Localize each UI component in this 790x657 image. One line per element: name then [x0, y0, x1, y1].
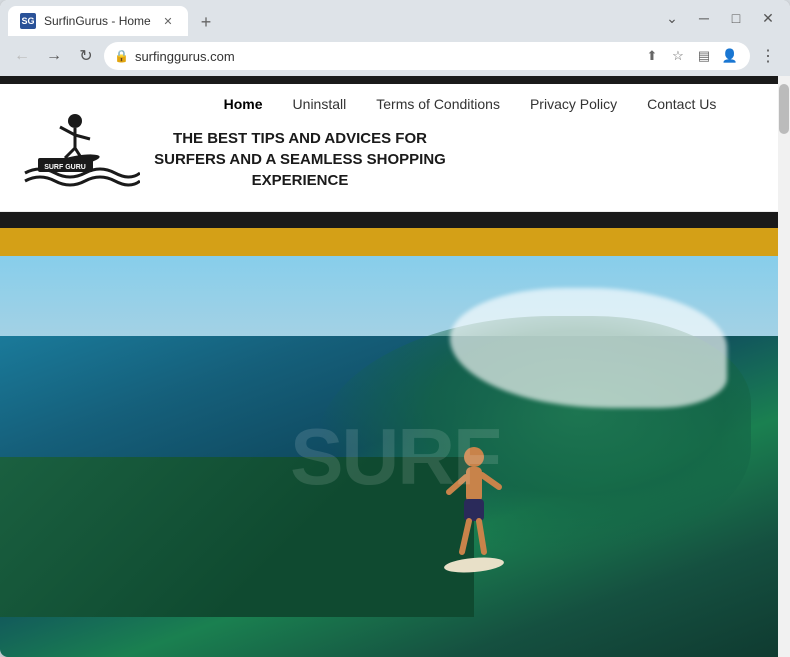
top-accent-bar	[0, 76, 790, 84]
webpage: SURF GURU Home Uninstall Terms of Condit…	[0, 76, 790, 657]
watermark: SURF	[290, 411, 500, 503]
close-button[interactable]: ✕	[754, 4, 782, 32]
url-bar[interactable]: 🔒 surfinggurus.com ⬆ ☆ ▤ 👤	[104, 42, 750, 70]
new-tab-button[interactable]: +	[192, 8, 220, 36]
address-bar: ← → ↻ 🔒 surfinggurus.com ⬆ ☆ ▤ 👤 ⋮	[0, 36, 790, 76]
scrollbar-thumb[interactable]	[779, 84, 789, 134]
nav-privacy[interactable]: Privacy Policy	[530, 96, 617, 112]
active-tab[interactable]: SG SurfinGurus - Home ✕	[8, 6, 188, 36]
tagline-text: THE BEST TIPS AND ADVICES FOR SURFERS AN…	[154, 130, 446, 189]
tab-favicon: SG	[20, 13, 36, 29]
lock-icon: 🔒	[114, 49, 129, 63]
navigation: SURF GURU Home Uninstall Terms of Condit…	[0, 84, 790, 212]
browser-menu-button[interactable]: ⋮	[754, 42, 782, 70]
svg-text:SURF GURU: SURF GURU	[44, 164, 86, 171]
tagline-area: THE BEST TIPS AND ADVICES FOR SURFERS AN…	[150, 112, 770, 199]
nav-home[interactable]: Home	[224, 96, 263, 112]
tab-close-button[interactable]: ✕	[160, 13, 176, 29]
window-expand-button[interactable]: ⌄	[658, 4, 686, 32]
share-icon[interactable]: ⬆	[642, 46, 662, 66]
scrollbar-track[interactable]	[778, 76, 790, 657]
hero-section: SURF	[0, 256, 790, 657]
tab-title: SurfinGurus - Home	[44, 14, 152, 28]
back-button[interactable]: ←	[8, 42, 36, 70]
profile-icon[interactable]: 👤	[720, 46, 740, 66]
surf-guru-logo-svg: SURF GURU	[20, 103, 140, 193]
url-text: surfinggurus.com	[135, 49, 235, 64]
nav-links: Home Uninstall Terms of Conditions Priva…	[170, 96, 770, 112]
window-controls: ⌄ ─ □ ✕	[658, 4, 782, 32]
bottom-black-bar	[0, 212, 790, 228]
url-bar-icons: ⬆ ☆ ▤ 👤	[642, 46, 740, 66]
browser-window: SG SurfinGurus - Home ✕ + ⌄ ─ □ ✕ ← → ↻ …	[0, 0, 790, 657]
reload-button[interactable]: ↻	[72, 42, 100, 70]
nav-content: Home Uninstall Terms of Conditions Priva…	[140, 96, 770, 199]
logo-area: SURF GURU	[20, 103, 140, 193]
nav-terms[interactable]: Terms of Conditions	[376, 96, 500, 112]
tab-bar: SG SurfinGurus - Home ✕ +	[8, 0, 654, 36]
site-tagline: THE BEST TIPS AND ADVICES FOR SURFERS AN…	[150, 128, 450, 191]
gold-accent-bar	[0, 228, 790, 256]
site-logo: SURF GURU	[20, 103, 140, 193]
forward-button[interactable]: →	[40, 42, 68, 70]
nav-contact[interactable]: Contact Us	[647, 96, 716, 112]
minimize-button[interactable]: ─	[690, 4, 718, 32]
sidebar-icon[interactable]: ▤	[694, 46, 714, 66]
maximize-button[interactable]: □	[722, 4, 750, 32]
title-bar: SG SurfinGurus - Home ✕ + ⌄ ─ □ ✕	[0, 0, 790, 36]
nav-uninstall[interactable]: Uninstall	[293, 96, 347, 112]
bookmark-icon[interactable]: ☆	[668, 46, 688, 66]
